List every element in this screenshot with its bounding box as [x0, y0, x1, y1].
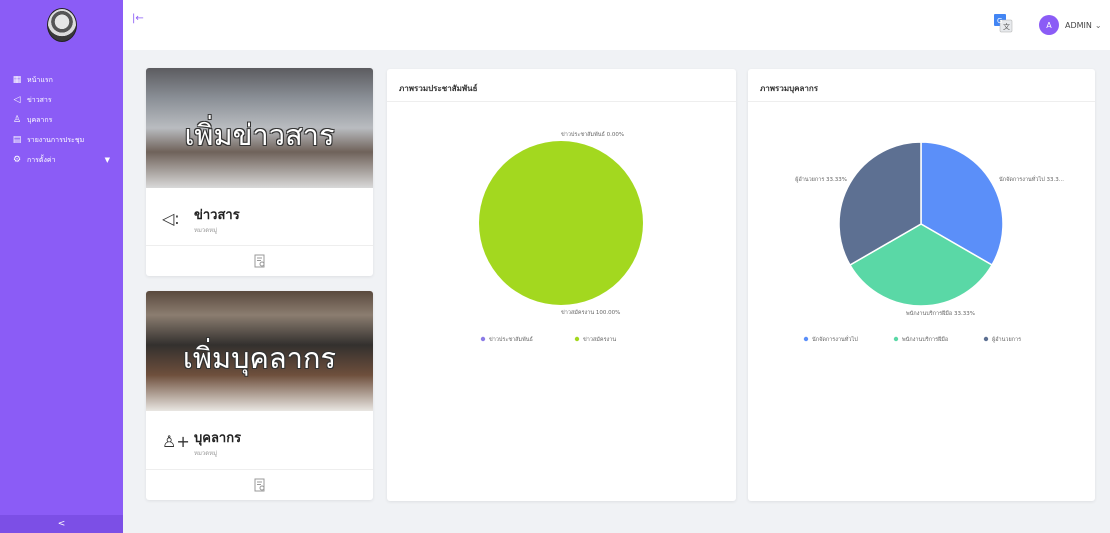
sidebar-item-news[interactable]: ◁ ข่าวสาร [0, 90, 123, 110]
pr-pie-chart: ข่าวประชาสัมพันธ์ 0.00% ข่าวสมัครงาน 100.… [479, 131, 643, 343]
user-name: ADMIN [1065, 20, 1092, 30]
sidebar-item-label: บุคลากร [27, 115, 53, 124]
view-news-button[interactable] [146, 245, 373, 276]
legend-marker [983, 336, 989, 342]
view-staff-button[interactable] [146, 469, 373, 500]
dashboard-icon: ▦ [12, 75, 22, 85]
legend-label[interactable]: พนักงานบริการฝีมือ [902, 336, 948, 343]
sidebar-item-home[interactable]: ▦ หน้าแรก [0, 70, 123, 90]
legend-label[interactable]: ข่าวสมัครงาน [583, 336, 616, 343]
legend-marker [574, 336, 580, 342]
translate-icon[interactable]: G 文 [993, 13, 1013, 33]
svg-text:G: G [997, 17, 1002, 25]
sidebar-item-settings[interactable]: ⚙ การตั้งค่า ▼ [0, 150, 123, 170]
add-user-icon: ♙+ [162, 432, 190, 451]
svg-text:文: 文 [1003, 22, 1010, 31]
data-label: ข่าวประชาสัมพันธ์ 0.00% [561, 131, 624, 138]
card-body: ◁: ข่าวสาร หมวดหมู่ [146, 194, 373, 246]
card-title: บุคลากร [194, 431, 242, 446]
legend-label[interactable]: นักจัดการงานทั่วไป [812, 335, 858, 343]
document-search-icon [254, 478, 264, 492]
legend-marker [893, 336, 899, 342]
card-subtitle: หมวดหมู่ [194, 450, 218, 457]
sidebar-collapse-button[interactable]: < [0, 515, 123, 533]
gear-icon: ⚙ [12, 155, 22, 165]
avatar: A [1039, 15, 1059, 35]
users-icon: ♙ [12, 115, 22, 125]
banner-text: เพิ่มบุคลากร [182, 341, 337, 375]
banner-text: เพิ่มข่าวสาร [184, 118, 335, 152]
sidebar-item-label: หน้าแรก [27, 75, 53, 84]
staff-overview-chart-card: ภาพรวมบุคลากร นักจัดการงานทั่วไป 33.3...… [748, 69, 1095, 501]
pr-overview-chart-card: ภาพรวมประชาสัมพันธ์ ข่าวประชาสัมพันธ์ 0.… [387, 69, 736, 501]
top-header: |← G 文 A ADMIN ⌄ [123, 0, 1110, 50]
megaphone-icon: ◁ [13, 95, 21, 105]
sidebar: ▦ หน้าแรก ◁ ข่าวสาร ♙ บุคลากร ▤ รายงานกา… [0, 0, 123, 533]
document-search-icon [254, 254, 264, 268]
legend-marker [803, 336, 809, 342]
data-label: ผู้อำนวยการ 33.33% [795, 176, 847, 183]
megaphone-icon: ◁: [162, 209, 180, 228]
add-staff-banner[interactable]: เพิ่มบุคลากร [146, 291, 373, 411]
staff-pie-chart: นักจัดการงานทั่วไป 33.3... พนักงานบริการฝ… [795, 141, 1064, 343]
chevron-down-icon: ⌄ [1094, 20, 1102, 30]
sidebar-item-staff[interactable]: ♙ บุคลากร [0, 110, 123, 130]
sidebar-menu: ▦ หน้าแรก ◁ ข่าวสาร ♙ บุคลากร ▤ รายงานกา… [0, 70, 123, 170]
data-label: นักจัดการงานทั่วไป 33.3... [999, 175, 1064, 183]
data-label: ข่าวสมัครงาน 100.00% [561, 309, 620, 316]
card-title: ข่าวสาร [194, 208, 240, 223]
staff-card: เพิ่มบุคลากร ♙+ บุคลากร หมวดหมู่ [146, 291, 373, 500]
sidebar-toggle-icon[interactable]: |← [132, 13, 144, 24]
logo-area [0, 0, 123, 50]
legend-label[interactable]: ข่าวประชาสัมพันธ์ [489, 336, 533, 343]
add-news-banner[interactable]: เพิ่มข่าวสาร [146, 68, 373, 188]
card-subtitle: หมวดหมู่ [194, 227, 218, 234]
legend-marker [480, 336, 486, 342]
report-icon: ▤ [12, 135, 22, 145]
chevron-down-icon: ▼ [104, 156, 110, 164]
sidebar-item-label: ข่าวสาร [27, 95, 52, 104]
sidebar-item-label: การตั้งค่า [27, 155, 56, 164]
news-card: เพิ่มข่าวสาร ◁: ข่าวสาร หมวดหมู่ [146, 68, 373, 276]
data-label: พนักงานบริการฝีมือ 33.33% [906, 310, 975, 317]
university-logo [46, 8, 77, 42]
sidebar-item-label: รายงานการประชุม [27, 135, 85, 144]
card-body: ♙+ บุคลากร หมวดหมู่ [146, 417, 373, 469]
user-menu[interactable]: A ADMIN ⌄ [1039, 15, 1102, 35]
legend-label[interactable]: ผู้อำนวยการ [992, 336, 1021, 343]
sidebar-item-meeting-report[interactable]: ▤ รายงานการประชุม [0, 130, 123, 150]
pie-slice[interactable] [479, 141, 643, 305]
